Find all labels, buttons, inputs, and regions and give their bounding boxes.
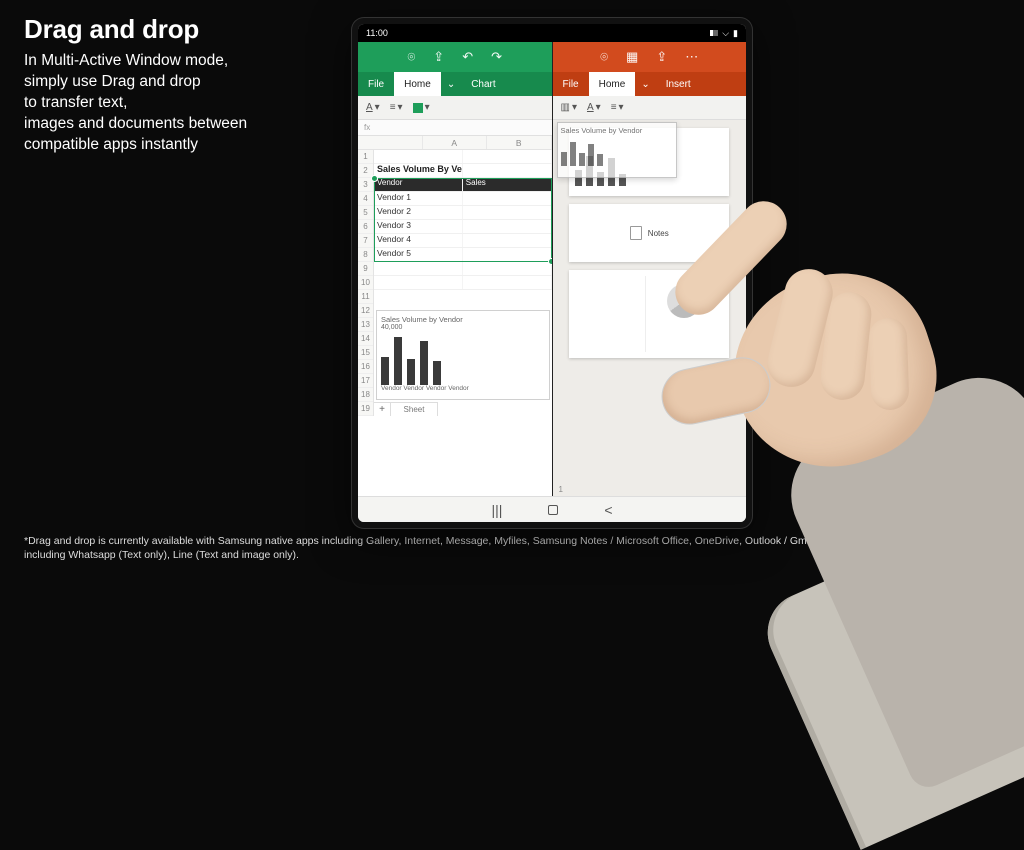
share-icon[interactable]: ⇪ — [433, 49, 444, 65]
header-vendor: Vendor — [374, 178, 463, 191]
notes-icon — [630, 226, 642, 240]
layout-button[interactable]: ▥▾ — [561, 102, 577, 113]
footnote: *Drag and drop is currently available wi… — [24, 534, 1000, 562]
tab-file[interactable]: File — [358, 72, 394, 96]
tab-home[interactable]: Home — [394, 72, 441, 96]
device-screen: 11:00 ⌵ ▮ ⌾ ⇪ ↶ ↷ File Home ⌄ — [358, 24, 746, 522]
selection-handle-br[interactable] — [548, 258, 552, 265]
status-time: 11:00 — [366, 28, 388, 38]
row-headers: 12345678910111213141516171819 — [358, 150, 374, 416]
device-frame: 11:00 ⌵ ▮ ⌾ ⇪ ↶ ↷ File Home ⌄ — [352, 18, 752, 528]
tab-chevron-icon[interactable]: ⌄ — [441, 72, 461, 96]
align-button[interactable]: ≡▾ — [611, 102, 624, 113]
embedded-chart[interactable]: Sales Volume by Vendor 40,000 Vendor Ven… — [376, 310, 550, 400]
back-button[interactable]: < — [604, 502, 612, 518]
ppt-toolbar: ▥▾ A▾ ≡▾ — [553, 96, 747, 120]
cell-vendor5[interactable]: Vendor 5 — [374, 248, 463, 261]
home-button[interactable] — [548, 502, 558, 518]
redo-icon[interactable]: ↷ — [491, 49, 502, 65]
tab-home[interactable]: Home — [589, 72, 636, 96]
undo-icon[interactable]: ↶ — [462, 49, 473, 65]
drag-preview[interactable]: Sales Volume by Vendor — [557, 122, 677, 178]
more-icon[interactable]: ⋯ — [685, 49, 698, 65]
tab-chart[interactable]: Chart — [461, 72, 505, 96]
tab-file[interactable]: File — [553, 72, 589, 96]
cell-vendor3[interactable]: Vendor 3 — [374, 220, 463, 233]
battery-icon: ▮ — [733, 28, 738, 39]
add-sheet-button[interactable]: + — [374, 402, 390, 416]
share-icon[interactable]: ⇪ — [656, 49, 667, 65]
sheet-tab[interactable]: Sheet — [390, 402, 438, 416]
recents-button[interactable]: ||| — [491, 502, 502, 518]
col-header-a[interactable]: A — [423, 136, 488, 149]
excel-ribbon-tabs: File Home ⌄ Chart — [358, 72, 552, 96]
spreadsheet[interactable]: A B 12345678910111213141516171819 Sales … — [358, 136, 552, 496]
fill-button[interactable]: ▾ — [413, 102, 430, 113]
tab-chevron-icon[interactable]: ⌄ — [635, 72, 655, 96]
wifi-icon: ⌵ — [722, 28, 729, 39]
drag-title: Sales Volume by Vendor — [561, 126, 673, 135]
excel-app: ⌾ ⇪ ↶ ↷ File Home ⌄ Chart A▾ ≡▾ ▾ fx — [358, 42, 552, 496]
present-icon[interactable]: ▦ — [626, 49, 638, 65]
selection-handle-tl[interactable] — [371, 175, 378, 182]
lightbulb-icon[interactable]: ⌾ — [600, 49, 608, 65]
ppt-ribbon-tabs: File Home ⌄ Insert — [553, 72, 747, 96]
tab-insert[interactable]: Insert — [656, 72, 701, 96]
notes-label: Notes — [648, 229, 669, 238]
slide-counter: 1 — [559, 485, 563, 494]
chart-title: Sales Volume by Vendor — [381, 315, 545, 324]
font-color-button[interactable]: A▾ — [587, 102, 601, 113]
cell-vendor1[interactable]: Vendor 1 — [374, 192, 463, 205]
sheet-title: Sales Volume By Vendor — [374, 164, 463, 177]
align-button[interactable]: ≡▾ — [390, 102, 403, 113]
formula-bar[interactable]: fx — [358, 120, 552, 136]
slide-3[interactable] — [569, 270, 729, 358]
col-header-b[interactable]: B — [487, 136, 552, 149]
cell-vendor4[interactable]: Vendor 4 — [374, 234, 463, 247]
signal-icon — [710, 30, 718, 36]
promo-body: In Multi-Active Window mode, simply use … — [24, 51, 344, 156]
lightbulb-icon[interactable]: ⌾ — [407, 49, 415, 65]
android-navbar: ||| < — [358, 496, 746, 522]
slide-2[interactable]: Notes — [569, 204, 729, 262]
ppt-titlebar: ⌾ ▦ ⇪ ⋯ — [553, 42, 747, 72]
status-bar: 11:00 ⌵ ▮ — [358, 24, 746, 42]
excel-titlebar: ⌾ ⇪ ↶ ↷ — [358, 42, 552, 72]
excel-toolbar: A▾ ≡▾ ▾ — [358, 96, 552, 120]
cell-vendor2[interactable]: Vendor 2 — [374, 206, 463, 219]
promo-title: Drag and drop — [24, 14, 344, 45]
slide-thumbnails — [553, 488, 747, 496]
font-color-button[interactable]: A▾ — [366, 102, 380, 113]
powerpoint-app: ⌾ ▦ ⇪ ⋯ File Home ⌄ Insert ▥▾ A▾ ≡▾ — [552, 42, 747, 496]
header-sales: Sales — [463, 178, 552, 191]
